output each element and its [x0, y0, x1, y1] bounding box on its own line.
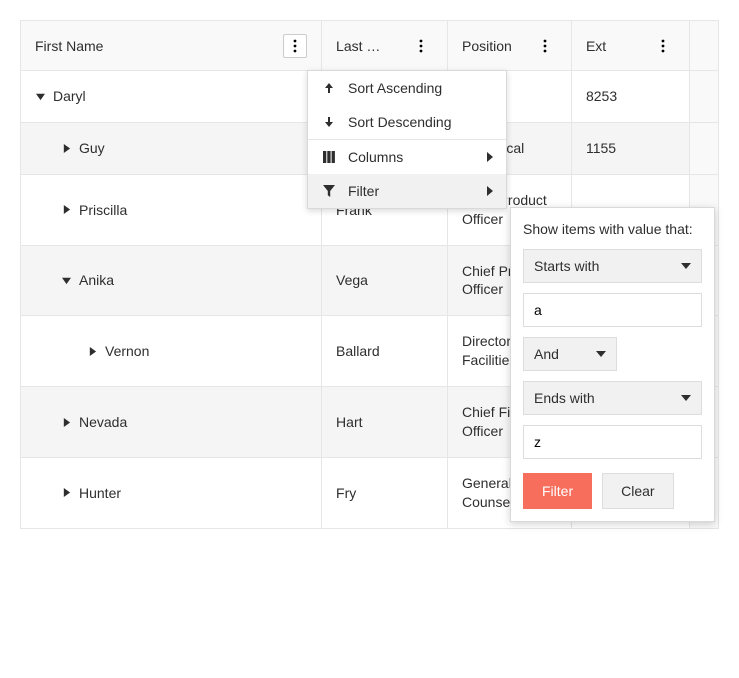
cell-first-name: Vernon: [21, 316, 322, 386]
column-header-last-name[interactable]: Last …: [322, 21, 448, 70]
column-menu-trigger-last-name[interactable]: [409, 34, 433, 58]
chevron-right-icon: [486, 183, 494, 199]
first-name-text: Guy: [79, 140, 105, 156]
menu-label: Sort Ascending: [348, 80, 442, 96]
dropdown-value: And: [534, 346, 559, 362]
column-header-ext[interactable]: Ext: [572, 21, 690, 70]
filter-apply-button[interactable]: Filter: [523, 473, 592, 509]
cell-first-name: Priscilla: [21, 175, 322, 245]
menu-sort-descending[interactable]: Sort Descending: [308, 105, 506, 139]
filter-clear-button[interactable]: Clear: [602, 473, 673, 509]
filter-value-2[interactable]: [523, 425, 702, 459]
cell-first-name: Hunter: [21, 458, 322, 528]
cell-last-name: Vega: [322, 246, 448, 316]
first-name-text: Vernon: [105, 343, 149, 359]
chevron-right-icon: [486, 149, 494, 165]
first-name-text: Anika: [79, 272, 114, 288]
filter-icon: [320, 184, 338, 198]
filter-value-1[interactable]: [523, 293, 702, 327]
first-name-text: Daryl: [53, 88, 86, 104]
filter-hint: Show items with value that:: [523, 220, 702, 239]
filter-operator-2[interactable]: Ends with: [523, 381, 702, 415]
chevron-down-icon: [681, 258, 691, 274]
column-menu-trigger-position[interactable]: [533, 34, 557, 58]
filter-operator-1[interactable]: Starts with: [523, 249, 702, 283]
arrow-up-icon: [320, 81, 338, 95]
column-header-first-name[interactable]: First Name: [21, 21, 322, 70]
column-label: Position: [462, 38, 533, 54]
column-menu-trigger-ext[interactable]: [651, 34, 675, 58]
first-name-text: Nevada: [79, 414, 127, 430]
column-label: Last …: [336, 38, 409, 54]
cell-first-name: Anika: [21, 246, 322, 316]
cell-ext: 8253: [572, 71, 690, 122]
filter-logic[interactable]: And: [523, 337, 617, 371]
header-row: First Name Last … Position Ext: [21, 21, 718, 71]
cell-ext: 1155: [572, 123, 690, 174]
chevron-down-icon: [681, 390, 691, 406]
menu-filter[interactable]: Filter: [308, 174, 506, 208]
cell-first-name: Nevada: [21, 387, 322, 457]
cell-first-name: Daryl: [21, 71, 322, 122]
column-label: Ext: [586, 38, 651, 54]
dropdown-value: Ends with: [534, 390, 595, 406]
scroll-gutter: [690, 71, 718, 122]
menu-label: Sort Descending: [348, 114, 452, 130]
column-label: First Name: [35, 38, 283, 54]
arrow-down-icon: [320, 115, 338, 129]
expand-icon[interactable]: [61, 417, 71, 427]
expand-icon[interactable]: [61, 205, 71, 215]
filter-popup: Show items with value that: Starts with …: [510, 207, 715, 522]
expand-icon[interactable]: [87, 346, 97, 356]
expand-icon[interactable]: [61, 488, 71, 498]
cell-last-name: Fry: [322, 458, 448, 528]
menu-sort-ascending[interactable]: Sort Ascending: [308, 71, 506, 105]
dropdown-value: Starts with: [534, 258, 599, 274]
chevron-down-icon: [596, 346, 606, 362]
menu-columns[interactable]: Columns: [308, 139, 506, 174]
scroll-gutter-header: [690, 21, 718, 70]
menu-label: Columns: [348, 149, 403, 165]
column-menu: Sort Ascending Sort Descending Columns F…: [307, 70, 507, 209]
column-header-position[interactable]: Position: [448, 21, 572, 70]
first-name-text: Hunter: [79, 485, 121, 501]
collapse-icon[interactable]: [35, 91, 45, 101]
column-menu-trigger-first-name[interactable]: [283, 34, 307, 58]
menu-label: Filter: [348, 183, 379, 199]
collapse-icon[interactable]: [61, 275, 71, 285]
cell-last-name: Hart: [322, 387, 448, 457]
columns-icon: [320, 150, 338, 164]
first-name-text: Priscilla: [79, 202, 127, 218]
scroll-gutter: [690, 123, 718, 174]
cell-first-name: Guy: [21, 123, 322, 174]
cell-last-name: Ballard: [322, 316, 448, 386]
expand-icon[interactable]: [61, 143, 71, 153]
